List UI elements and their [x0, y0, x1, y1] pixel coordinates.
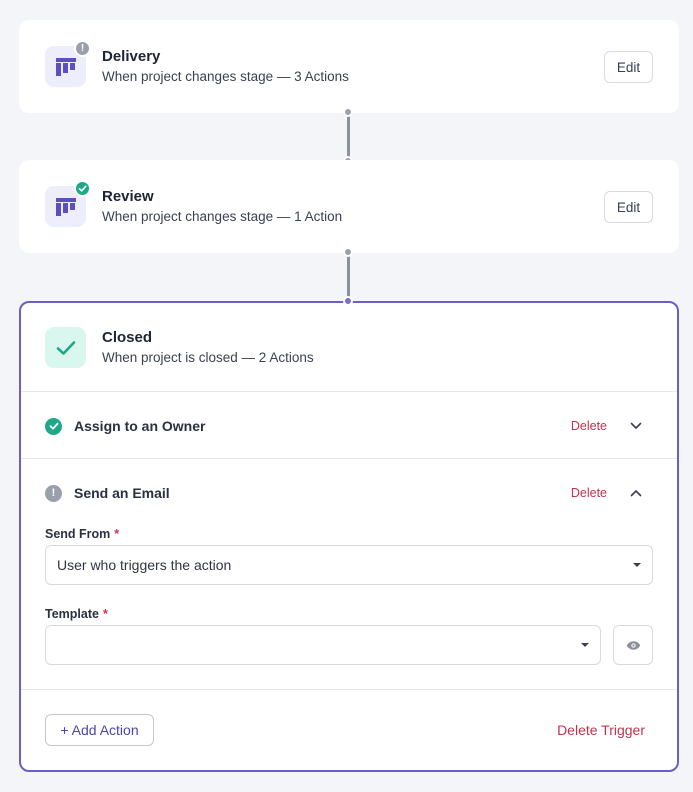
- stage-header: ! Delivery When project changes stage — …: [45, 40, 349, 87]
- required-mark: *: [102, 607, 108, 621]
- stage-subtitle: When project changes stage — 1 Action: [102, 209, 343, 224]
- edit-button[interactable]: Edit: [604, 191, 653, 223]
- delete-trigger-link[interactable]: Delete Trigger: [557, 722, 645, 738]
- divider: [21, 458, 677, 459]
- stage-card-review: Review When project changes stage — 1 Ac…: [19, 160, 679, 253]
- stage-header: Closed When project is closed — 2 Action…: [45, 327, 314, 368]
- edit-button[interactable]: Edit: [604, 51, 653, 83]
- action-row-assign-owner[interactable]: Assign to an Owner Delete: [45, 411, 653, 441]
- stage-card-closed: Closed When project is closed — 2 Action…: [19, 301, 679, 772]
- stage-header: Review When project changes stage — 1 Ac…: [45, 180, 343, 227]
- stage-subtitle: When project changes stage — 3 Actions: [102, 69, 349, 84]
- caret-down-icon: [633, 563, 641, 567]
- stage-connector: [347, 253, 350, 301]
- divider: [21, 391, 677, 392]
- action-label: Assign to an Owner: [74, 418, 206, 434]
- caret-down-icon: [581, 643, 589, 647]
- send-from-label: Send From *: [45, 527, 120, 541]
- action-row-send-email[interactable]: ! Send an Email Delete: [45, 478, 653, 508]
- send-from-value: User who triggers the action: [57, 557, 232, 573]
- chevron-up-icon[interactable]: [629, 486, 643, 500]
- divider: [21, 689, 677, 690]
- template-select[interactable]: [45, 625, 601, 665]
- delete-action-link[interactable]: Delete: [571, 486, 607, 500]
- send-from-select[interactable]: User who triggers the action: [45, 545, 653, 585]
- stage-subtitle: When project is closed — 2 Actions: [102, 350, 314, 365]
- stage-title: Closed: [102, 329, 153, 346]
- required-mark: *: [114, 527, 120, 541]
- chevron-down-icon[interactable]: [629, 419, 643, 433]
- board-icon: [45, 180, 91, 227]
- eye-icon: [626, 640, 640, 650]
- template-label: Template *: [45, 607, 108, 621]
- check-icon: [45, 327, 86, 368]
- stage-title: Review: [102, 188, 154, 205]
- stage-connector: [347, 113, 350, 161]
- connector-dot-active: [343, 296, 353, 306]
- connector-dot: [343, 107, 353, 117]
- warning-circle-icon: !: [45, 484, 62, 502]
- connector-dot: [343, 247, 353, 257]
- warning-badge-icon: !: [74, 40, 91, 57]
- check-badge-icon: [74, 180, 91, 197]
- board-icon: !: [45, 40, 91, 87]
- stage-title: Delivery: [102, 48, 161, 65]
- check-circle-icon: [45, 417, 62, 435]
- action-label: Send an Email: [74, 485, 170, 501]
- preview-template-button[interactable]: [613, 625, 653, 665]
- stage-card-delivery: ! Delivery When project changes stage — …: [19, 20, 679, 113]
- add-action-button[interactable]: + Add Action: [45, 714, 154, 746]
- delete-action-link[interactable]: Delete: [571, 419, 607, 433]
